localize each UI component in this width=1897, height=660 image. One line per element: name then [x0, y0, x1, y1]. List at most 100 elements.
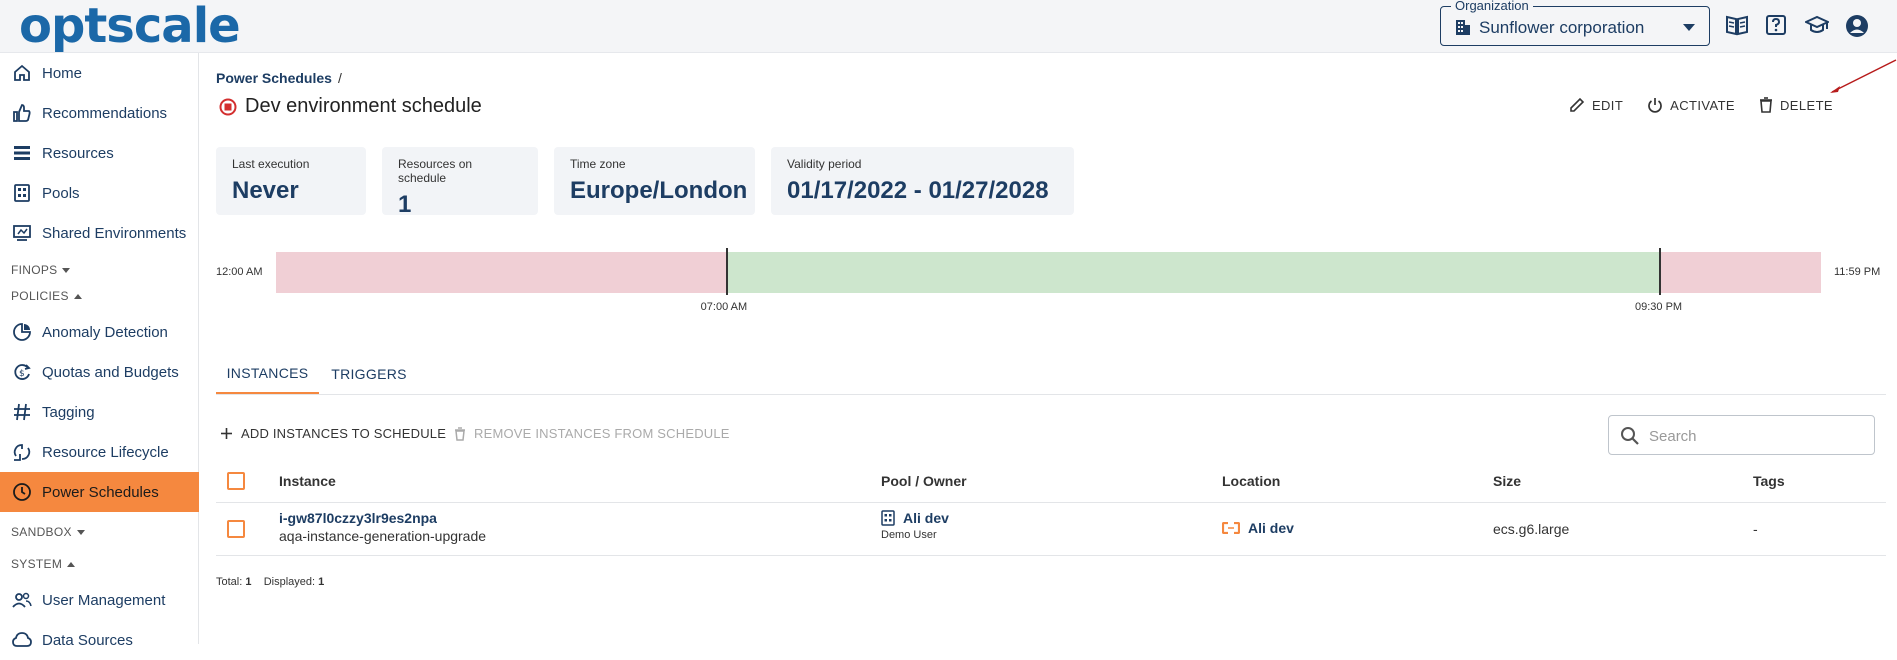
stop-circle-icon [219, 98, 237, 115]
search-input[interactable] [1649, 425, 1859, 447]
caret-down-icon [62, 267, 71, 273]
card-label: Time zone [570, 157, 626, 171]
sidebar-item-label: Resources [42, 144, 114, 162]
row-checkbox[interactable] [227, 520, 245, 538]
svg-text:$: $ [19, 369, 25, 379]
sidebar-item-label: Anomaly Detection [42, 323, 168, 341]
breadcrumb-link-power-schedules[interactable]: Power Schedules [216, 70, 332, 86]
summary-cards: Last execution Never Resources on schedu… [216, 147, 1074, 218]
thumbs-up-icon [13, 104, 31, 122]
add-instances-button[interactable]: ADD INSTANCES TO SCHEDULE [220, 426, 446, 441]
select-all-checkbox[interactable] [227, 472, 245, 490]
location-link[interactable]: Ali dev [1248, 520, 1294, 536]
timeline-end-label: 11:59 PM [1834, 266, 1881, 278]
chevron-down-icon [1683, 24, 1695, 31]
column-header-pool-owner[interactable]: Pool / Owner [881, 473, 967, 489]
sidebar-item-tagging[interactable]: Tagging [0, 392, 199, 432]
tab-triggers[interactable]: TRIGGERS [319, 354, 419, 394]
sidebar-item-power-schedules[interactable]: Power Schedules [0, 472, 199, 512]
sidebar-item-label: Shared Environments [42, 224, 187, 242]
sidebar-group-policies[interactable]: POLICIES [11, 289, 82, 303]
sidebar-item-home[interactable]: Home [0, 53, 199, 93]
card-value: 1 [398, 191, 412, 218]
total-value: 1 [245, 576, 252, 588]
remove-instances-button[interactable]: REMOVE INSTANCES FROM SCHEDULE [454, 426, 730, 441]
account-icon[interactable] [1845, 14, 1869, 38]
location-cell: Ali dev [1222, 520, 1294, 536]
edit-button[interactable]: EDIT [1569, 97, 1623, 113]
remove-instances-label: REMOVE INSTANCES FROM SCHEDULE [474, 426, 730, 441]
home-icon [14, 64, 30, 81]
power-icon [1648, 98, 1663, 113]
column-header-tags[interactable]: Tags [1753, 473, 1785, 489]
help-icon[interactable] [1765, 14, 1787, 38]
sidebar-item-resource-lifecycle[interactable]: Resource Lifecycle [0, 432, 199, 472]
card-label: Last execution [232, 157, 310, 171]
timeline-on-segment [726, 252, 1660, 293]
optscale-logo[interactable]: optscale [19, 2, 241, 50]
displayed-label: Displayed: [263, 576, 316, 588]
instance-name: aqa-instance-generation-upgrade [279, 528, 487, 544]
sidebar-group-label: POLICIES [11, 289, 69, 303]
sidebar-item-recommendations[interactable]: Recommendations [0, 93, 199, 133]
pencil-icon [1570, 97, 1585, 112]
sidebar-group-label: FINOPS [11, 263, 58, 277]
sidebar-group-sandbox[interactable]: SANDBOX [11, 525, 85, 539]
sidebar-item-anomaly-detection[interactable]: Anomaly Detection [0, 312, 199, 352]
breadcrumb-separator: / [337, 70, 342, 86]
column-header-size[interactable]: Size [1493, 473, 1521, 489]
sidebar-item-shared-environments[interactable]: Shared Environments [0, 213, 199, 253]
book-icon[interactable] [1725, 14, 1749, 36]
sidebar-item-data-sources[interactable]: Data Sources [0, 620, 199, 660]
tab-instances[interactable]: INSTANCES [216, 354, 319, 394]
sidebar-item-quotas-and-budgets[interactable]: $ Quotas and Budgets [0, 352, 199, 392]
timeline-off-label: 09:30 PM [1635, 301, 1683, 313]
activate-button[interactable]: ACTIVATE [1647, 97, 1735, 113]
sidebar-group-system[interactable]: SYSTEM [11, 557, 76, 571]
sidebar-item-resources[interactable]: Resources [0, 133, 199, 173]
search-field[interactable] [1608, 415, 1875, 455]
card-time-zone: Time zone Europe/London [554, 147, 755, 215]
graduation-cap-icon[interactable] [1805, 14, 1829, 36]
column-header-location[interactable]: Location [1222, 473, 1280, 489]
tabs: INSTANCES TRIGGERS [216, 354, 1886, 395]
sidebar-item-label: Quotas and Budgets [42, 363, 179, 381]
instance-link[interactable]: i-gw87l0czzy3lr9es2npa [279, 510, 486, 526]
pool-link[interactable]: Ali dev [903, 510, 949, 526]
sidebar-group-finops[interactable]: FINOPS [11, 263, 71, 277]
alibaba-cloud-icon [1222, 522, 1240, 534]
clock-icon [13, 483, 31, 501]
breadcrumb: Power Schedules / [216, 70, 342, 86]
card-validity-period: Validity period 01/17/2022 - 01/27/2028 [771, 147, 1074, 215]
delete-button-label: DELETE [1780, 97, 1833, 113]
sidebar-item-label: Tagging [42, 403, 95, 421]
sidebar-item-label: User Management [42, 591, 166, 609]
sidebar-item-label: Recommendations [42, 104, 168, 122]
sidebar-group-label: SANDBOX [11, 525, 72, 539]
sidebar-item-label: Power Schedules [42, 483, 159, 501]
organization-label: Organization [1451, 0, 1533, 13]
pool-owner-cell: Ali dev Demo User [881, 510, 949, 541]
monitor-icon [13, 225, 31, 241]
trash-icon [1760, 97, 1773, 113]
total-label: Total: [216, 576, 243, 588]
delete-button[interactable]: DELETE [1759, 97, 1833, 113]
sidebar-item-label: Resource Lifecycle [42, 443, 169, 461]
sidebar-item-pools[interactable]: Pools [0, 173, 199, 213]
displayed-value: 1 [318, 576, 325, 588]
table-footer-counts: Total: 1 Displayed: 1 [216, 576, 324, 588]
owner-name: Demo User [881, 529, 937, 541]
card-label: Validity period [787, 157, 862, 171]
card-last-execution: Last execution Never [216, 147, 366, 215]
organization-value: Sunflower corporation [1479, 18, 1645, 37]
sidebar-group-label: SYSTEM [11, 557, 63, 571]
timeline-off-segment [276, 252, 727, 293]
organization-select[interactable]: Organization Sunflower corporation [1440, 0, 1710, 46]
anomaly-icon [13, 323, 31, 341]
card-value: 01/17/2022 - 01/27/2028 [787, 177, 1049, 204]
sidebar-item-label: Pools [42, 184, 80, 202]
column-header-instance[interactable]: Instance [279, 473, 336, 489]
sidebar-item-user-management[interactable]: User Management [0, 580, 199, 620]
table-row: i-gw87l0czzy3lr9es2npa aqa-instance-gene… [216, 503, 1886, 556]
red-arrow-annotation [1830, 59, 1897, 93]
